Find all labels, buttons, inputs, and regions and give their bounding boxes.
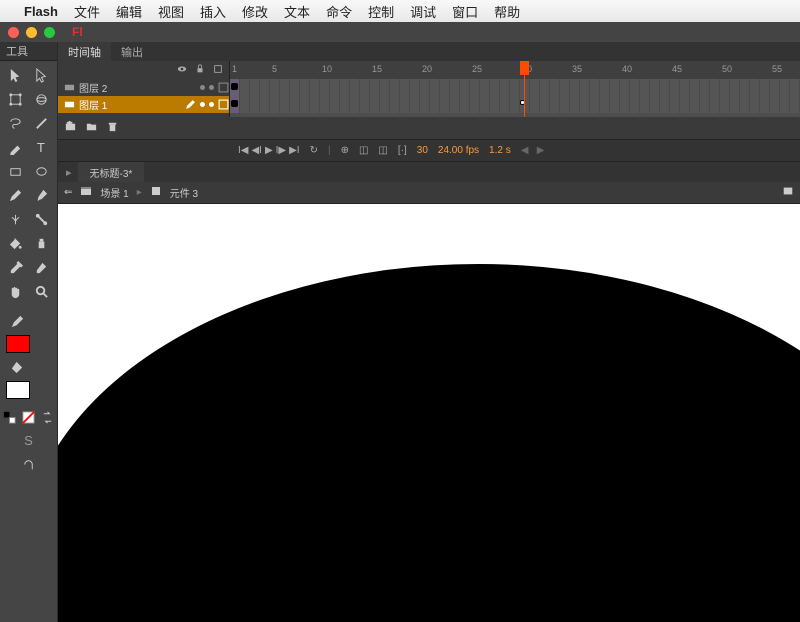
oval-tool[interactable]	[29, 159, 55, 183]
menu-file[interactable]: 文件	[74, 2, 100, 21]
tab-timeline[interactable]: 时间轴	[58, 42, 111, 61]
menu-window[interactable]: 窗口	[452, 2, 478, 21]
symbol-icon	[150, 185, 162, 200]
layer-frames[interactable]	[230, 96, 800, 113]
tab-output[interactable]: 输出	[111, 42, 153, 61]
collapse-icon[interactable]: ▸	[66, 166, 72, 179]
last-frame-button[interactable]: ▶I	[289, 145, 299, 156]
oval-shape[interactable]	[58, 264, 800, 622]
edit-scene-button[interactable]	[782, 185, 794, 200]
app-badge: Fl	[72, 25, 83, 39]
layer-row[interactable]: 图层 1	[58, 96, 229, 113]
pencil-tool[interactable]	[2, 183, 28, 207]
center-frame-button[interactable]: ⊕	[341, 145, 349, 156]
fill-swatch[interactable]	[6, 381, 30, 399]
first-frame-button[interactable]: I◀	[238, 145, 248, 156]
bone-tool[interactable]	[29, 207, 55, 231]
layer-name: 图层 2	[79, 80, 107, 95]
fps-display[interactable]: 24.00 fps	[438, 145, 479, 156]
outline-icon[interactable]	[213, 64, 223, 77]
free-transform-tool[interactable]	[2, 87, 28, 111]
lasso-tool[interactable]	[2, 111, 28, 135]
svg-text:T: T	[37, 140, 45, 155]
paint-bucket-tool[interactable]	[2, 231, 28, 255]
menu-help[interactable]: 帮助	[494, 2, 520, 21]
tools-panel: 工具 T	[0, 42, 58, 622]
layer-frames[interactable]	[230, 79, 800, 96]
options-divider: S	[24, 433, 33, 448]
text-tool[interactable]: T	[29, 135, 55, 159]
close-window-button[interactable]	[8, 27, 19, 38]
back-button[interactable]: ⇐	[64, 187, 72, 198]
no-color[interactable]	[19, 405, 38, 429]
symbol-crumb[interactable]: 元件 3	[170, 185, 198, 200]
zoom-tool[interactable]	[29, 279, 55, 303]
hand-tool[interactable]	[2, 279, 28, 303]
playback-controls[interactable]: I◀ ◀I ▶ I▶ ▶I	[238, 145, 300, 156]
3d-rotation-tool[interactable]	[29, 87, 55, 111]
tools-panel-title: 工具	[0, 42, 57, 61]
onion-outline-button[interactable]: ◫	[378, 145, 387, 156]
delete-layer-button[interactable]	[106, 120, 119, 136]
menu-commands[interactable]: 命令	[326, 2, 352, 21]
document-tab[interactable]: 无标题-3*	[78, 162, 145, 182]
fill-color-icon	[4, 355, 30, 379]
rectangle-tool[interactable]	[2, 159, 28, 183]
elapsed-time: 1.2 s	[489, 145, 511, 156]
prev-frame-button[interactable]: ◀I	[251, 145, 261, 156]
deco-tool[interactable]	[2, 207, 28, 231]
new-folder-button[interactable]	[85, 120, 98, 136]
menu-text[interactable]: 文本	[284, 2, 310, 21]
minimize-window-button[interactable]	[26, 27, 37, 38]
play-button[interactable]: ▶	[265, 145, 273, 156]
scene-icon	[80, 185, 92, 200]
swap-colors[interactable]	[38, 405, 57, 429]
line-tool[interactable]	[29, 111, 55, 135]
layer-icon	[64, 99, 75, 110]
layer-row[interactable]: 图层 2	[58, 79, 229, 96]
playhead[interactable]	[524, 61, 525, 117]
eyedropper-tool[interactable]	[2, 255, 28, 279]
current-frame: 30	[417, 145, 428, 156]
eraser-tool[interactable]	[29, 255, 55, 279]
menu-control[interactable]: 控制	[368, 2, 394, 21]
menu-view[interactable]: 视图	[158, 2, 184, 21]
subselection-tool[interactable]	[29, 63, 55, 87]
frames-area[interactable]: 1 5 10 15 20 25 30 35 40 45 50 55	[230, 61, 800, 117]
document-tab-bar: ▸ 无标题-3*	[58, 162, 800, 182]
ink-bottle-tool[interactable]	[29, 231, 55, 255]
snap-option[interactable]	[16, 452, 42, 476]
stroke-color-icon	[4, 309, 30, 333]
mac-menu-bar: Flash 文件 编辑 视图 插入 修改 文本 命令 控制 调试 窗口 帮助	[0, 0, 800, 22]
selection-tool[interactable]	[2, 63, 28, 87]
app-name[interactable]: Flash	[24, 4, 58, 19]
menu-modify[interactable]: 修改	[242, 2, 268, 21]
pen-tool[interactable]	[2, 135, 28, 159]
edit-bar: ⇐ 场景 1 ▸ 元件 3	[58, 182, 800, 204]
stroke-swatch[interactable]	[6, 335, 30, 353]
menu-edit[interactable]: 编辑	[116, 2, 142, 21]
layer-icon	[64, 82, 75, 93]
window-chrome: Fl	[0, 22, 800, 42]
stage[interactable]	[58, 204, 800, 622]
zoom-window-button[interactable]	[44, 27, 55, 38]
eye-icon[interactable]	[177, 64, 187, 77]
timeline-panel: 时间轴 输出 图层 2	[58, 42, 800, 162]
layer-name: 图层 1	[79, 97, 107, 112]
menu-debug[interactable]: 调试	[410, 2, 436, 21]
crumb-separator: ▸	[137, 187, 142, 198]
lock-icon[interactable]	[195, 64, 205, 77]
edit-multiple-button[interactable]: [·]	[398, 145, 407, 156]
black-white-swap[interactable]	[0, 405, 19, 429]
scene-crumb[interactable]: 场景 1	[100, 185, 128, 200]
brush-tool[interactable]	[29, 183, 55, 207]
pencil-icon	[185, 99, 196, 110]
menu-insert[interactable]: 插入	[200, 2, 226, 21]
onion-skin-button[interactable]: ◫	[359, 145, 368, 156]
frame-ruler[interactable]: 1 5 10 15 20 25 30 35 40 45 50 55	[230, 61, 800, 79]
loop-button[interactable]: ↻	[310, 145, 318, 156]
next-frame-button[interactable]: I▶	[276, 145, 286, 156]
new-layer-button[interactable]	[64, 120, 77, 136]
